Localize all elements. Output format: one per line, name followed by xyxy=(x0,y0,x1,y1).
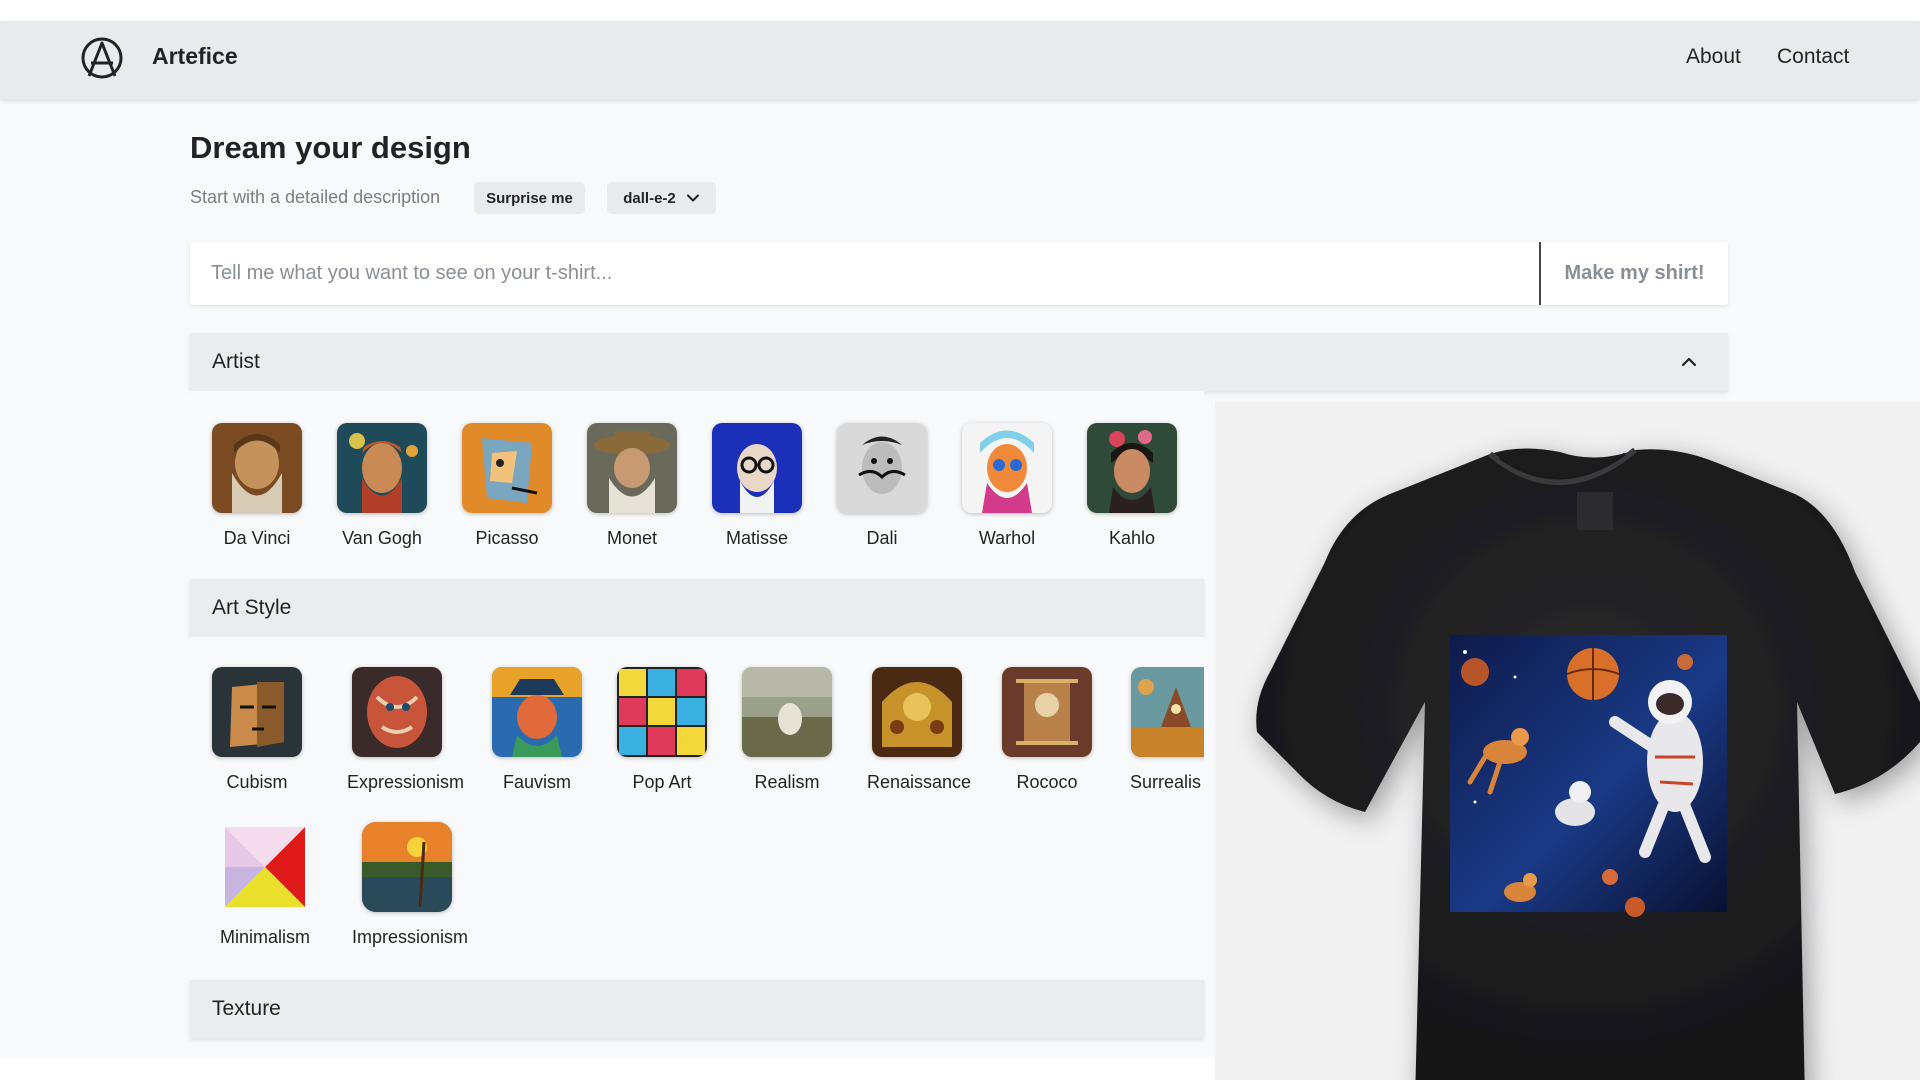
dali-portrait-icon xyxy=(837,423,927,513)
artist-tile-van-gogh[interactable]: Van Gogh xyxy=(332,423,432,549)
artist-label: Warhol xyxy=(978,528,1036,548)
chevron-up-icon[interactable] xyxy=(1680,353,1698,371)
impressionism-thumbnail-icon xyxy=(362,822,452,912)
style-tile-cubism[interactable]: Cubism xyxy=(207,667,307,793)
artist-label: Van Gogh xyxy=(342,528,422,548)
realism-thumbnail-icon xyxy=(742,667,832,757)
style-label: Minimalism xyxy=(220,927,310,947)
nav-contact-link[interactable]: Contact xyxy=(1777,45,1849,69)
model-select[interactable]: dall-e-2 xyxy=(607,182,716,214)
style-tile-realism[interactable]: Realism xyxy=(737,667,837,793)
artist-label: Monet xyxy=(606,528,658,548)
picasso-portrait-icon xyxy=(462,423,552,513)
art-style-panel: Cubism Expressionism Fauvism Pop Art Rea… xyxy=(190,637,1204,980)
surrealism-thumbnail-icon xyxy=(1131,667,1204,757)
artist-panel: Da Vinci Van Gogh Picasso Monet Matisse xyxy=(190,391,1204,579)
texture-section-header[interactable]: Texture xyxy=(190,980,1204,1038)
fauvism-thumbnail-icon xyxy=(492,667,582,757)
chevron-down-icon xyxy=(686,194,699,202)
artist-tile-warhol[interactable]: Warhol xyxy=(957,423,1057,549)
style-label: Impressionism xyxy=(352,927,469,947)
model-select-label: dall-e-2 xyxy=(623,189,676,207)
artist-section-title: Artist xyxy=(212,350,260,373)
style-tile-fauvism[interactable]: Fauvism xyxy=(487,667,587,793)
artist-label: Picasso xyxy=(475,528,539,548)
rococo-thumbnail-icon xyxy=(1002,667,1092,757)
art-style-section-header[interactable]: Art Style xyxy=(190,579,1204,637)
minimalism-thumbnail-icon xyxy=(220,822,310,912)
style-label: Surrealis xyxy=(1130,772,1202,792)
texture-section-title: Texture xyxy=(212,997,281,1020)
expressionism-thumbnail-icon xyxy=(352,667,442,757)
tshirt-mockup-image xyxy=(1256,447,1920,1080)
style-label: Cubism xyxy=(226,772,288,792)
artist-tile-picasso[interactable]: Picasso xyxy=(457,423,557,549)
van-gogh-portrait-icon xyxy=(337,423,427,513)
artist-label: Kahlo xyxy=(1108,528,1156,548)
warhol-portrait-icon xyxy=(962,423,1052,513)
pop-art-thumbnail-icon xyxy=(617,667,707,757)
bottom-strip xyxy=(0,1057,1215,1080)
style-label: Fauvism xyxy=(502,772,571,792)
renaissance-thumbnail-icon xyxy=(872,667,962,757)
make-shirt-button[interactable]: Make my shirt! xyxy=(1541,242,1728,305)
kahlo-portrait-icon xyxy=(1087,423,1177,513)
anarchy-a-logo-icon[interactable] xyxy=(80,36,124,80)
matisse-portrait-icon xyxy=(712,423,802,513)
artist-section-header[interactable]: Artist xyxy=(190,333,1728,391)
top-strip xyxy=(0,0,1920,21)
surprise-me-button[interactable]: Surprise me xyxy=(474,182,585,214)
artist-label: Matisse xyxy=(725,528,788,548)
artist-tile-matisse[interactable]: Matisse xyxy=(707,423,807,549)
artist-tile-dali[interactable]: Dali xyxy=(832,423,932,549)
style-label: Rococo xyxy=(1016,772,1078,792)
artist-tile-kahlo[interactable]: Kahlo xyxy=(1082,423,1182,549)
style-tile-minimalism[interactable]: Minimalism xyxy=(220,822,310,948)
artist-tile-da-vinci[interactable]: Da Vinci xyxy=(207,423,307,549)
style-label: Realism xyxy=(754,772,820,792)
cubism-thumbnail-icon xyxy=(212,667,302,757)
style-tile-expressionism[interactable]: Expressionism xyxy=(347,667,465,793)
navbar: Artefice About Contact xyxy=(0,21,1920,99)
artist-label: Da Vinci xyxy=(223,528,291,548)
style-tile-rococo[interactable]: Rococo xyxy=(997,667,1097,793)
artist-tile-monet[interactable]: Monet xyxy=(582,423,682,549)
tshirt-preview xyxy=(1215,402,1920,1080)
prompt-input[interactable] xyxy=(190,242,1539,305)
style-tile-impressionism[interactable]: Impressionism xyxy=(352,822,469,948)
brand-name[interactable]: Artefice xyxy=(152,43,238,70)
art-style-section-title: Art Style xyxy=(212,596,292,619)
space-astronaut-cats-print xyxy=(1450,635,1727,917)
style-label: Pop Art xyxy=(632,772,692,792)
monet-portrait-icon xyxy=(587,423,677,513)
page-title: Dream your design xyxy=(190,130,471,165)
style-tile-renaissance[interactable]: Renaissance xyxy=(867,667,972,793)
page-subtitle: Start with a detailed description xyxy=(190,187,441,207)
style-label: Expressionism xyxy=(347,772,465,792)
artist-label: Dali xyxy=(866,528,898,548)
nav-about-link[interactable]: About xyxy=(1686,45,1741,69)
prompt-box: Make my shirt! xyxy=(190,242,1728,305)
da-vinci-portrait-icon xyxy=(212,423,302,513)
style-label: Renaissance xyxy=(867,772,972,792)
style-tile-pop-art[interactable]: Pop Art xyxy=(612,667,712,793)
style-tile-surrealism[interactable]: Surrealis xyxy=(1127,667,1204,793)
